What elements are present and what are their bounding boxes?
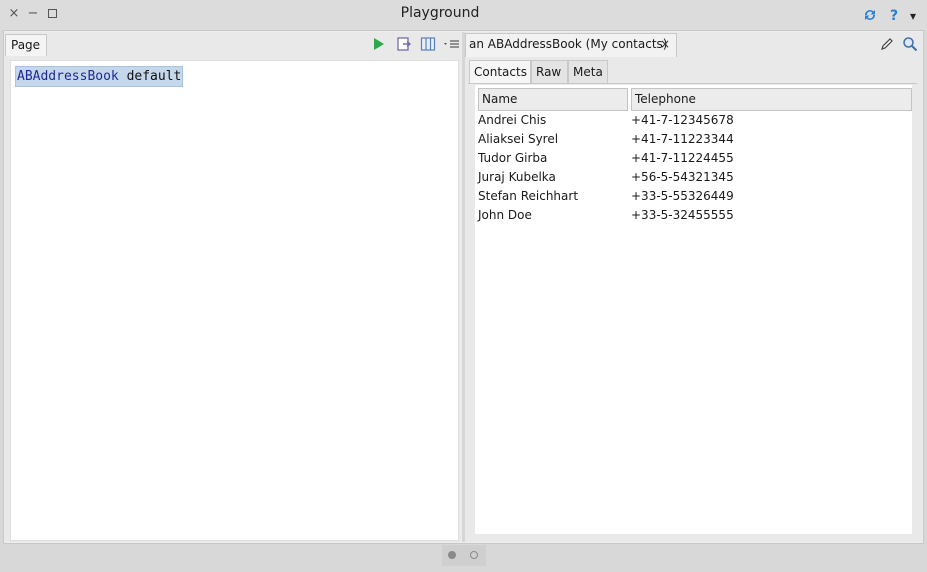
inspector-tab-label: an ABAddressBook (My contacts) <box>469 37 668 51</box>
contact-name: Juraj Kubelka <box>478 170 556 184</box>
contact-telephone: +33-5-55326449 <box>631 189 734 203</box>
contact-name: John Doe <box>478 208 532 222</box>
do-it-button[interactable] <box>370 35 388 53</box>
bindings-button[interactable] <box>419 35 437 53</box>
table-row[interactable]: Tudor Girba +41-7-11224455 <box>475 149 912 168</box>
subtab-divider <box>468 83 917 84</box>
table-row[interactable]: Juraj Kubelka +56-5-54321345 <box>475 168 912 187</box>
refresh-button[interactable] <box>861 7 879 25</box>
pencil-icon <box>881 38 893 50</box>
contact-name: Andrei Chis <box>478 113 547 127</box>
code-selection[interactable]: ABAddressBook default <box>15 66 184 87</box>
search-button[interactable] <box>901 35 919 53</box>
table-row[interactable]: John Doe +33-5-32455555 <box>475 206 912 225</box>
contact-name: Stefan Reichhart <box>478 189 579 203</box>
contact-name: Aliaksei Syrel <box>478 132 559 146</box>
page-dot-2[interactable] <box>470 551 478 559</box>
window-menu-button[interactable]: ▾ <box>906 7 920 25</box>
tab-page[interactable]: Page <box>5 34 47 56</box>
code-editor[interactable] <box>10 60 459 541</box>
contact-name: Tudor Girba <box>478 151 548 165</box>
close-inspector-tab-button[interactable]: × <box>659 36 671 52</box>
bindings-icon <box>420 37 436 51</box>
play-icon <box>374 38 384 50</box>
contact-telephone: +41-7-12345678 <box>631 113 734 127</box>
page-menu-button[interactable] <box>443 35 461 53</box>
tab-contacts[interactable]: Contacts <box>469 60 531 84</box>
window-title: Playground <box>400 5 480 21</box>
contact-telephone: +41-7-11223344 <box>631 132 734 146</box>
table-row[interactable]: Andrei Chis +41-7-12345678 <box>475 111 912 130</box>
edit-button[interactable] <box>878 35 896 53</box>
table-row[interactable]: Aliaksei Syrel +41-7-11223344 <box>475 130 912 149</box>
tab-meta[interactable]: Meta <box>568 60 608 84</box>
search-icon <box>903 37 918 52</box>
code-class-name: ABAddressBook <box>17 69 119 84</box>
menu-icon <box>444 40 459 48</box>
contact-telephone: +41-7-11224455 <box>631 151 734 165</box>
tab-raw[interactable]: Raw <box>531 60 568 84</box>
contact-telephone: +33-5-32455555 <box>631 208 734 222</box>
contact-telephone: +56-5-54321345 <box>631 170 734 184</box>
table-row[interactable]: Stefan Reichhart +33-5-55326449 <box>475 187 912 206</box>
page-dot-1[interactable] <box>448 551 456 559</box>
help-button[interactable]: ? <box>887 7 901 25</box>
inspect-button[interactable] <box>395 35 413 53</box>
column-header-name[interactable]: Name <box>478 88 628 111</box>
column-header-telephone[interactable]: Telephone <box>631 88 912 111</box>
code-message: default <box>118 69 182 84</box>
refresh-icon <box>865 10 875 20</box>
inspect-icon <box>397 37 412 51</box>
